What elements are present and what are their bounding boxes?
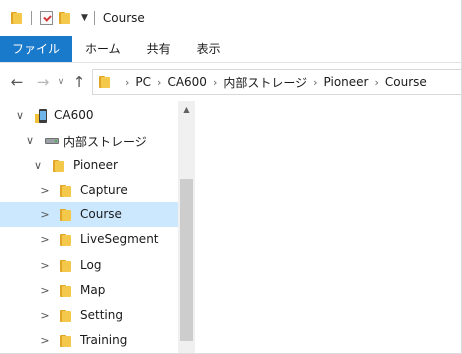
tree-item-training[interactable]: > Training <box>0 328 178 353</box>
tree-item-log[interactable]: > Log <box>0 253 178 278</box>
expand-icon[interactable]: > <box>40 309 50 322</box>
back-button[interactable]: ← <box>6 71 28 93</box>
breadcrumb-separator[interactable]: › <box>125 76 129 89</box>
breadcrumb-internal-storage[interactable]: 内部ストレージ <box>223 74 307 91</box>
tree-item-pioneer[interactable]: ∨ Pioneer <box>0 153 178 178</box>
title-bar: ▼ Course <box>0 0 462 36</box>
breadcrumb-ca600[interactable]: CA600 <box>167 75 207 89</box>
breadcrumb-separator[interactable]: › <box>374 76 378 89</box>
folder-icon <box>53 160 67 172</box>
device-icon <box>35 109 49 123</box>
tree-item-internal-storage[interactable]: ∨ 内部ストレージ <box>0 128 178 153</box>
tree-item-capture[interactable]: > Capture <box>0 178 178 203</box>
navigation-pane: ∨ CA600 ∨ 内部ストレージ ∨ Pioneer > Capture > … <box>0 101 196 353</box>
expand-icon[interactable]: > <box>40 208 50 221</box>
tree-item-map[interactable]: > Map <box>0 278 178 303</box>
folder-icon <box>60 335 74 347</box>
expand-icon[interactable]: > <box>40 233 50 246</box>
forward-button[interactable]: → <box>32 71 54 93</box>
tree-item-label: Log <box>80 258 102 272</box>
scrollbar-thumb[interactable] <box>180 179 193 341</box>
separator <box>31 11 32 25</box>
tab-file[interactable]: ファイル <box>0 36 73 62</box>
tree-item-label: Pioneer <box>73 158 118 172</box>
expand-icon[interactable]: > <box>40 334 50 347</box>
tab-share[interactable]: 共有 <box>134 36 184 62</box>
tree-item-label: Setting <box>80 308 123 322</box>
tab-home[interactable]: ホーム <box>72 36 134 62</box>
folder-icon <box>11 12 25 24</box>
window-title: Course <box>102 11 145 25</box>
folder-icon <box>60 310 74 322</box>
folder-icon <box>99 76 113 88</box>
breadcrumb-pc[interactable]: PC <box>135 75 151 89</box>
quick-access-toolbar: ▼ <box>11 8 101 28</box>
separator <box>93 11 95 25</box>
folder-icon <box>60 209 74 221</box>
folder-icon <box>60 185 74 197</box>
tree-item-label: Capture <box>80 183 128 197</box>
breadcrumb-pioneer[interactable]: Pioneer <box>324 75 369 89</box>
expand-icon[interactable]: > <box>40 259 50 272</box>
folder-icon <box>60 285 74 297</box>
tree-item-label: CA600 <box>54 108 94 122</box>
tree-item-label: Course <box>80 207 122 221</box>
collapse-icon[interactable]: ∨ <box>15 109 25 122</box>
properties-icon[interactable] <box>40 11 53 25</box>
tree-item-label: 内部ストレージ <box>63 135 147 149</box>
breadcrumb-course[interactable]: Course <box>385 75 427 89</box>
scroll-up-arrow-icon[interactable]: ▲ <box>178 101 195 118</box>
navigation-pane-scrollbar[interactable]: ▲ <box>178 101 195 353</box>
tree-item-setting[interactable]: > Setting <box>0 303 178 328</box>
customize-toolbar-dropdown[interactable]: ▼ <box>81 13 88 23</box>
collapse-icon[interactable]: ∨ <box>25 134 35 147</box>
navigation-bar: ← → ∨ ↑ › PC › CA600 › 内部ストレージ › Pioneer… <box>0 63 462 101</box>
tree-item-label: Training <box>80 333 128 347</box>
new-folder-icon[interactable] <box>59 12 73 24</box>
folder-icon <box>60 260 74 272</box>
collapse-icon[interactable]: ∨ <box>33 159 43 172</box>
expand-icon[interactable]: > <box>40 184 50 197</box>
tree-item-label: Map <box>80 283 106 297</box>
up-button[interactable]: ↑ <box>68 71 90 93</box>
drive-icon <box>45 136 61 146</box>
ribbon-tabs: ファイル ホーム 共有 表示 <box>0 36 462 63</box>
breadcrumb-separator[interactable]: › <box>213 76 217 89</box>
tree-item-label: LiveSegment <box>80 232 159 246</box>
expand-icon[interactable]: > <box>40 284 50 297</box>
recent-locations-dropdown[interactable]: ∨ <box>54 71 68 93</box>
tree-item-ca600[interactable]: ∨ CA600 <box>0 103 178 128</box>
tree-item-livesegment[interactable]: > LiveSegment <box>0 227 178 252</box>
tab-view[interactable]: 表示 <box>184 36 234 62</box>
breadcrumb-separator[interactable]: › <box>313 76 317 89</box>
tree-item-course[interactable]: > Course <box>0 202 178 227</box>
breadcrumb-separator[interactable]: › <box>157 76 161 89</box>
folder-icon <box>60 234 74 246</box>
address-bar[interactable]: › PC › CA600 › 内部ストレージ › Pioneer › Cours… <box>92 69 462 95</box>
